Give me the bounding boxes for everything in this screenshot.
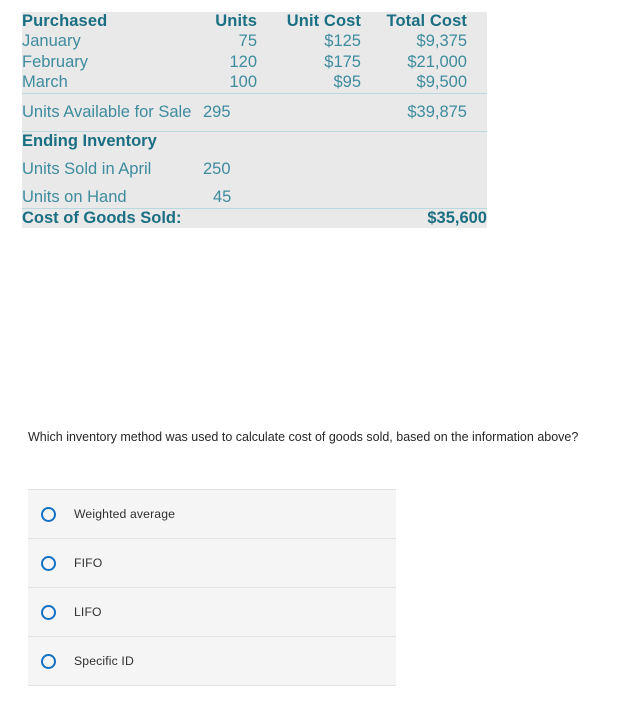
answer-option-fifo[interactable]: FIFO [28,539,396,588]
table-row: March 100 $95 $9,500 [22,72,487,93]
row-units-on-hand: 45 [213,188,232,207]
row-label-february: February [22,52,89,71]
column-header-purchased: Purchased [22,12,108,30]
row-total-cost-available: $39,875 [371,92,487,131]
answer-option-label: Specific ID [74,654,134,668]
table-row-cost-of-goods-sold: Cost of Goods Sold: $35,600 [22,207,487,228]
table-row: January 75 $125 $9,375 [22,31,487,52]
table-header: Purchased Units Unit Cost Total Cost [22,12,487,31]
row-blank-total-cost-sold [371,151,487,188]
answer-option-label: LIFO [74,605,102,619]
answer-option-label: Weighted average [74,507,176,521]
table-header-row: Purchased Units Unit Cost Total Cost [22,12,487,31]
row-label-january: January [22,32,81,50]
row-unit-cost-march: $95 [333,73,361,92]
question-prompt: Which inventory method was used to calcu… [28,430,579,444]
table-row: February 120 $175 $21,000 [22,52,487,73]
row-unit-cost-february: $175 [324,52,361,71]
row-label-units-available: Units Available for Sale [22,92,194,131]
column-header-total-cost: Total Cost [386,12,467,30]
row-units-available: 295 [194,92,267,131]
row-units-february: 120 [229,52,257,71]
row-blank-total-cost-hand [371,187,487,208]
radio-unselected-icon[interactable] [41,555,56,571]
answer-option-specific-id[interactable]: Specific ID [28,637,396,686]
row-label-march: March [22,73,68,92]
inventory-summary-table: Purchased Units Unit Cost Total Cost Jan… [22,12,487,228]
row-blank-unit-cost-sold [267,151,371,188]
row-total-cost-january: $9,375 [416,32,467,50]
table-row: Units Sold in April 250 [22,151,487,188]
row-label-units-on-hand: Units on Hand [22,188,127,207]
answer-option-lifo[interactable]: LIFO [28,588,396,637]
answer-options-list: Weighted average FIFO LIFO Specific ID [28,489,396,686]
row-units-sold-april: 250 [203,159,231,178]
table-section-heading-row: Ending Inventory [22,130,487,151]
row-unit-cost-january: $125 [324,32,361,50]
radio-unselected-icon[interactable] [41,604,56,620]
row-total-cost-march: $9,500 [416,73,467,92]
radio-unselected-icon[interactable] [41,653,56,669]
row-blank-unit-cost-hand [267,187,371,208]
section-heading-ending-inventory: Ending Inventory [22,130,487,151]
row-label-units-sold-april: Units Sold in April [22,159,152,178]
row-unit-cost-available [267,92,371,131]
radio-unselected-icon[interactable] [41,506,56,522]
table-row-units-available: Units Available for Sale 295 $39,875 [22,92,487,131]
table-body: January 75 $125 $9,375 February 120 $175… [22,31,487,228]
row-units-january: 75 [238,32,257,50]
answer-option-label: FIFO [74,556,103,570]
column-header-units: Units [215,12,257,30]
row-value-cost-of-goods-sold: $35,600 [267,207,487,228]
row-total-cost-february: $21,000 [407,52,467,71]
inventory-table-grid: Purchased Units Unit Cost Total Cost Jan… [22,12,487,228]
answer-option-weighted-average[interactable]: Weighted average [28,490,396,539]
row-units-march: 100 [229,73,257,92]
column-header-unit-cost: Unit Cost [286,12,361,30]
row-label-cost-of-goods-sold: Cost of Goods Sold: [22,207,267,228]
table-row: Units on Hand 45 [22,187,487,208]
